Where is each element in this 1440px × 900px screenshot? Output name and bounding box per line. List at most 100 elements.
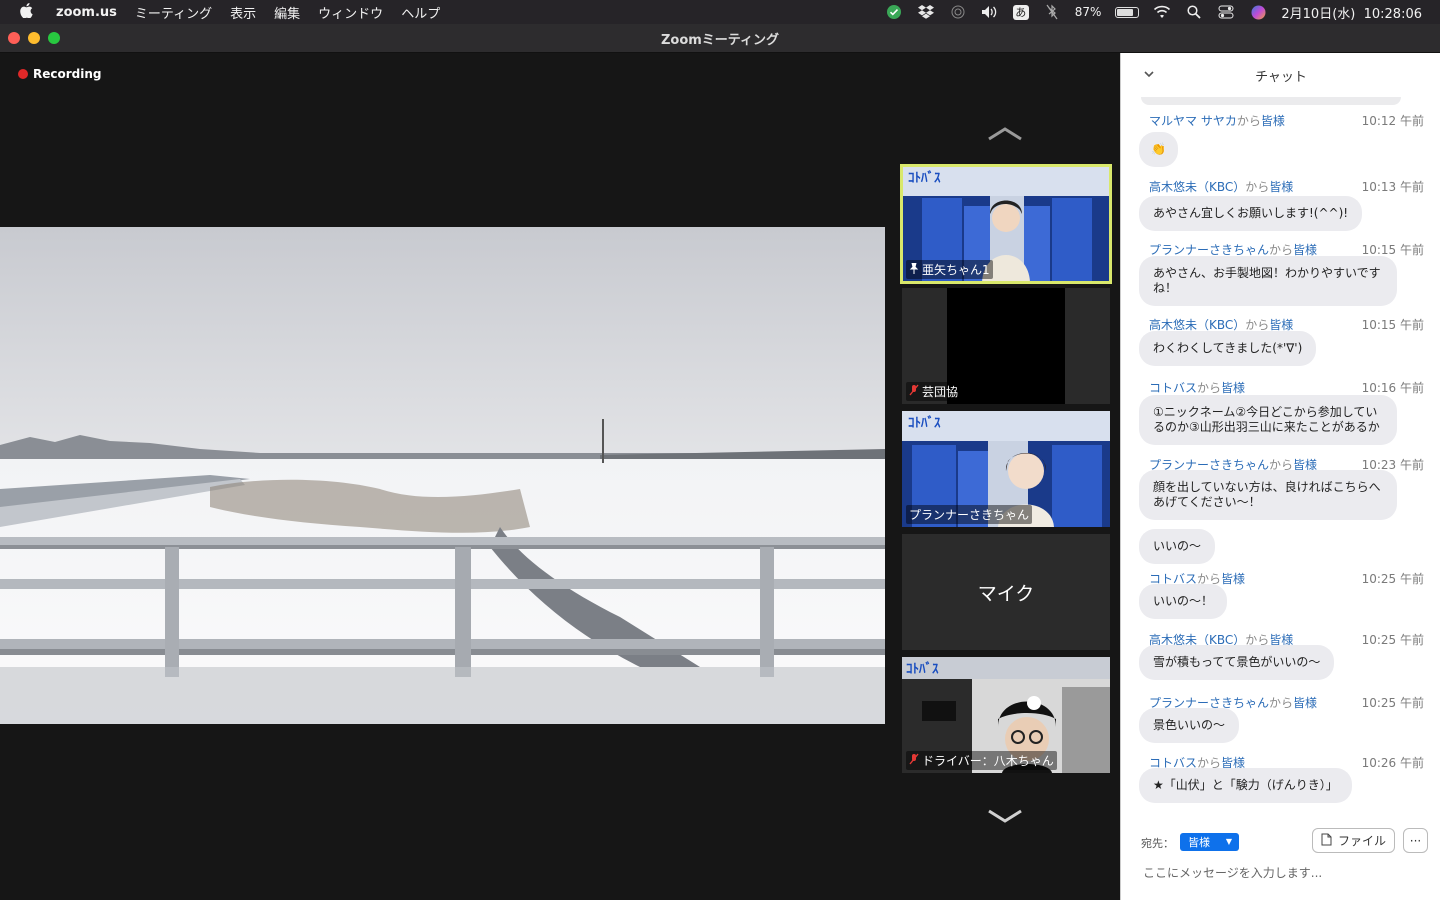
- participant-tile[interactable]: マイク: [902, 534, 1110, 650]
- message-bubble: 雪が積もってて景色がいいの〜: [1139, 645, 1335, 680]
- sender-name[interactable]: マルヤマ サヤカ: [1149, 114, 1237, 128]
- recipient-value: 皆様: [1188, 836, 1210, 849]
- message-bubble: ★「山伏」と「験力（げんりき）」: [1139, 768, 1352, 803]
- participant-name-tag: 芸団協: [906, 382, 962, 401]
- chat-title: チャット: [1255, 69, 1307, 85]
- menu-window[interactable]: ウィンドウ: [318, 3, 383, 22]
- wifi-icon[interactable]: [1153, 5, 1171, 19]
- close-window-button[interactable]: [8, 32, 20, 44]
- participant-tile[interactable]: ｺﾄﾊﾞｽ ドライバー：八木ちゃん: [902, 657, 1110, 773]
- recipient-label: 宛先：: [1141, 837, 1174, 850]
- recording-indicator: Recording: [18, 67, 102, 81]
- sender-name[interactable]: 高木悠未（KBC）: [1149, 318, 1245, 332]
- window-controls: [8, 32, 60, 44]
- menu-view[interactable]: 表示: [230, 3, 256, 22]
- chevron-down-icon[interactable]: [1143, 67, 1155, 82]
- message-bubble: 👏: [1139, 132, 1178, 167]
- recipient-name: 皆様: [1221, 381, 1246, 395]
- message-header: マルヤマ サヤカから皆様 10:12 午前: [1149, 114, 1424, 128]
- recording-label: Recording: [33, 67, 102, 81]
- participant-tile[interactable]: 芸団協: [902, 288, 1110, 404]
- message-time: 10:12 午前: [1361, 114, 1424, 128]
- input-method-icon[interactable]: あ: [1012, 4, 1029, 20]
- window-title: Zoomミーティング: [660, 32, 780, 48]
- dropbox-icon[interactable]: [917, 5, 935, 19]
- sender-name[interactable]: 高木悠未（KBC）: [1149, 180, 1245, 194]
- message-header: 高木悠未（KBC）から皆様 10:13 午前: [1149, 180, 1424, 194]
- active-speaker-video[interactable]: [0, 227, 885, 724]
- document-icon: [1321, 833, 1332, 849]
- message-bubble: 顔を出していない方は、良ければこちらへあげてください〜！: [1139, 470, 1397, 520]
- file-button-label: ファイル: [1337, 834, 1386, 848]
- message-bubble: いいの〜: [1139, 529, 1216, 564]
- message-bubble: いいの〜！: [1139, 584, 1228, 619]
- recipient-name: 皆様: [1260, 114, 1285, 128]
- battery-icon[interactable]: [1115, 6, 1140, 18]
- battery-percent: 87%: [1074, 5, 1102, 19]
- participant-name: 亜矢ちゃん1: [922, 263, 990, 277]
- volume-icon[interactable]: [981, 5, 999, 19]
- message-time: 10:15 午前: [1361, 318, 1424, 332]
- mic-muted-icon: [909, 753, 919, 768]
- snow-landscape-image: [0, 227, 885, 724]
- gallery-page-up-button[interactable]: [985, 123, 1025, 145]
- message-time: 10:16 午前: [1361, 381, 1424, 395]
- gallery-page-down-button[interactable]: [985, 805, 1025, 827]
- participant-name: ドライバー：八木ちゃん: [922, 754, 1054, 768]
- svg-text:ｺﾄﾊﾞｽ: ｺﾄﾊﾞｽ: [908, 415, 941, 431]
- message-bubble: ①ニックネーム②今日どこから参加しているのか③山形出羽三山に来たことがあるか: [1139, 395, 1397, 445]
- participant-name-tag: プランナーさきちゃん: [906, 505, 1033, 524]
- menubar-datetime[interactable]: 2月10日(水) 10:28:06: [1281, 3, 1422, 22]
- siri-icon[interactable]: [1249, 5, 1267, 19]
- menu-app-name[interactable]: zoom.us: [56, 5, 117, 20]
- more-options-button[interactable]: ···: [1403, 828, 1428, 853]
- participant-tile[interactable]: ｺﾄﾊﾞｽ プランナーさきちゃん: [902, 411, 1110, 527]
- message-bubble: わくわくしてきました(*'∇'): [1139, 331, 1317, 366]
- apple-menu-icon[interactable]: [20, 2, 40, 22]
- bluetooth-off-icon[interactable]: [1043, 4, 1061, 20]
- message-time: 10:13 午前: [1361, 180, 1424, 194]
- sender-name[interactable]: コトバス: [1149, 381, 1197, 395]
- participant-name-large: マイク: [977, 582, 1035, 605]
- chat-header: チャット: [1121, 53, 1440, 97]
- message-bubble-partial: [1141, 97, 1401, 105]
- participant-name: 芸団協: [922, 385, 959, 399]
- status-area: あ 87% 2月10日(水) 10:28:06: [885, 0, 1422, 24]
- menu-edit[interactable]: 編集: [274, 3, 300, 22]
- fullscreen-window-button[interactable]: [48, 32, 60, 44]
- chat-message-input[interactable]: [1143, 863, 1423, 883]
- recipient-name: 皆様: [1293, 243, 1318, 257]
- menu-help[interactable]: ヘルプ: [401, 3, 440, 22]
- message-time: 10:26 午前: [1361, 756, 1424, 770]
- recipient-name: 皆様: [1293, 696, 1318, 710]
- participant-name: プランナーさきちゃん: [909, 508, 1030, 522]
- menu-meeting[interactable]: ミーティング: [135, 3, 212, 22]
- chat-panel: チャット マルヤマ サヤカから皆様 10:12 午前 👏 高木悠未（KBC）から…: [1120, 53, 1440, 900]
- svg-text:ｺﾄﾊﾞｽ: ｺﾄﾊﾞｽ: [908, 170, 941, 186]
- menu-bar: zoom.us ミーティング 表示 編集 ウィンドウ ヘルプ あ 87% 2月1…: [0, 0, 1440, 24]
- participant-video-blank: [947, 288, 1065, 404]
- message-time: 10:25 午前: [1361, 696, 1424, 710]
- svg-text:ｺﾄﾊﾞｽ: ｺﾄﾊﾞｽ: [906, 661, 939, 677]
- participant-tile[interactable]: ｺﾄﾊﾞｽ 亜矢ちゃん1: [900, 164, 1112, 284]
- message-header: コトバスから皆様 10:16 午前: [1149, 381, 1424, 395]
- pin-icon: [909, 262, 919, 277]
- recipient-name: 皆様: [1221, 572, 1246, 586]
- minimize-window-button[interactable]: [28, 32, 40, 44]
- message-bubble: 景色いいの〜: [1139, 708, 1240, 743]
- participant-name-tag: 亜矢ちゃん1: [906, 260, 993, 279]
- message-header: プランナーさきちゃんから皆様 10:15 午前: [1149, 243, 1424, 257]
- chat-message-list[interactable]: マルヤマ サヤカから皆様 10:12 午前 👏 高木悠未（KBC）から皆様 10…: [1121, 97, 1440, 815]
- file-share-button[interactable]: ファイル: [1312, 828, 1395, 853]
- recipient-dropdown[interactable]: 皆様 ▼: [1180, 833, 1239, 851]
- recipient-name: 皆様: [1269, 180, 1294, 194]
- sync-status-icon[interactable]: [885, 5, 903, 19]
- spotlight-search-icon[interactable]: [1185, 5, 1203, 19]
- sender-name[interactable]: プランナーさきちゃん: [1149, 243, 1269, 257]
- message-time: 10:25 午前: [1361, 572, 1424, 586]
- control-center-icon[interactable]: [1217, 5, 1235, 19]
- airdrop-icon[interactable]: [949, 5, 967, 19]
- caret-down-icon: ▼: [1225, 837, 1232, 846]
- message-time: 10:25 午前: [1361, 633, 1424, 647]
- recipient-name: 皆様: [1269, 318, 1294, 332]
